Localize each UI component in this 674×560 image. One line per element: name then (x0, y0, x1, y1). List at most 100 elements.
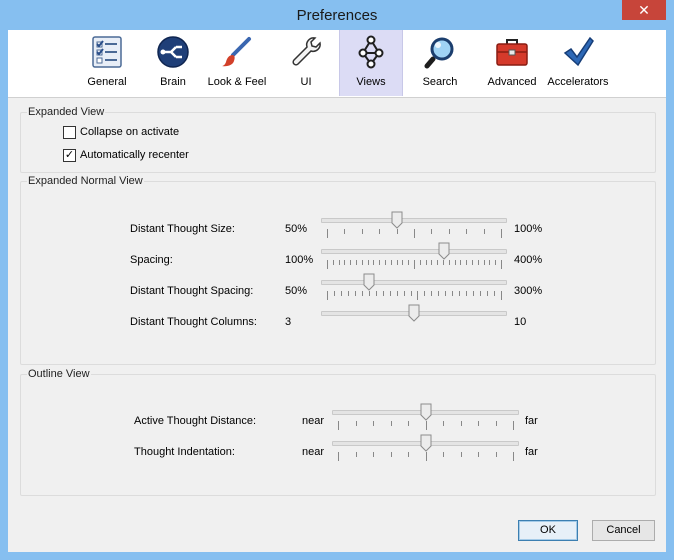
slider-tick (420, 260, 421, 265)
slider-tick (501, 291, 502, 300)
slider-tick (362, 229, 363, 234)
spacing-min: 100% (285, 254, 314, 266)
slider-thumb[interactable] (438, 242, 450, 260)
slider-tick (449, 229, 450, 234)
slider-tick (390, 291, 391, 296)
slider-tick (478, 421, 479, 426)
tab-accelerators[interactable]: Accelerators (546, 30, 610, 96)
tab-label: UI (300, 76, 312, 88)
group-title: Expanded View (27, 106, 106, 118)
checklist-icon (92, 36, 122, 68)
slider-tick (455, 260, 456, 265)
distant-thought-size-min: 50% (285, 223, 308, 235)
slider-tick (338, 421, 339, 430)
distant-thought-columns-slider[interactable] (321, 304, 507, 334)
distant-thought-spacing-min: 50% (285, 285, 308, 297)
thought-indentation-label: Thought Indentation: (134, 446, 235, 458)
slider-thumb[interactable] (408, 304, 420, 322)
active-thought-distance-slider[interactable] (332, 403, 519, 433)
tab-search[interactable]: Search (408, 30, 472, 96)
slider-tick (431, 229, 432, 234)
slider-tick (494, 291, 495, 296)
slider-tick (459, 291, 460, 296)
spacing-label: Spacing: (130, 254, 173, 266)
active-thought-distance-label: Active Thought Distance: (134, 415, 257, 427)
slider-tick (414, 229, 415, 238)
tab-label: Look & Feel (207, 76, 267, 88)
automatically-recenter-checkbox[interactable]: ✓ (63, 149, 76, 162)
magnifier-icon (424, 37, 454, 69)
slider-tick (344, 260, 345, 265)
distant-thought-size-slider[interactable] (321, 211, 507, 241)
slider-thumb[interactable] (363, 273, 375, 291)
spacing-max: 400% (514, 254, 543, 266)
ok-button[interactable]: OK (518, 520, 578, 541)
slider-tick (356, 260, 357, 265)
automatically-recenter-label: Automatically recenter (80, 149, 189, 161)
slider-tick (496, 421, 497, 426)
slider-tick (402, 260, 403, 265)
collapse-on-activate-label: Collapse on activate (80, 126, 180, 138)
slider-tick (513, 452, 514, 461)
tab-label: Search (422, 76, 458, 88)
cancel-button[interactable]: Cancel (592, 520, 655, 541)
slider-tick (411, 291, 412, 296)
slider-tick (424, 291, 425, 296)
expanded-view-group: Expanded View Collapse on activate ✓ Aut… (20, 106, 656, 173)
close-button[interactable]: ✕ (622, 0, 666, 20)
slider-tick (327, 229, 328, 238)
slider-tick (414, 260, 415, 269)
tab-general[interactable]: General (72, 30, 142, 96)
slider-tick (356, 421, 357, 426)
slider-tick (473, 291, 474, 296)
slider-tick (404, 291, 405, 296)
spacing-slider[interactable] (321, 242, 507, 272)
distant-thought-spacing-slider[interactable] (321, 273, 507, 303)
tab-views[interactable]: Views (339, 30, 403, 96)
distant-thought-size-max: 100% (514, 223, 543, 235)
slider-tick (443, 421, 444, 426)
slider-tick (443, 452, 444, 457)
slider-tick (466, 291, 467, 296)
tab-ui[interactable]: UI (274, 30, 338, 96)
slider-tick (344, 229, 345, 234)
slider-tick (501, 229, 502, 238)
thought-indentation-min: near (302, 446, 325, 458)
active-thought-distance-max: far (525, 415, 538, 427)
slider-tick (338, 452, 339, 461)
slider-tick (480, 291, 481, 296)
slider-thumb[interactable] (420, 403, 432, 421)
tab-label: Brain (160, 76, 186, 88)
dialog-client-area: General Brain Look & Feel UI Views Searc… (8, 30, 666, 552)
slider-tick (350, 260, 351, 265)
tab-label: General (87, 76, 127, 88)
views-icon (358, 35, 384, 69)
slider-tick (391, 421, 392, 426)
tab-label: Accelerators (547, 76, 609, 88)
tab-look-and-feel[interactable]: Look & Feel (204, 30, 270, 96)
slider-tick (478, 260, 479, 265)
thought-indentation-max: far (525, 446, 538, 458)
tab-brain[interactable]: Brain (142, 30, 204, 96)
slider-thumb[interactable] (391, 211, 403, 229)
distant-thought-columns-min: 3 (285, 316, 292, 328)
distant-thought-columns-label: Distant Thought Columns: (130, 316, 257, 328)
slider-tick (373, 260, 374, 265)
slider-tick (341, 291, 342, 296)
distant-thought-spacing-max: 300% (514, 285, 543, 297)
slider-tick (397, 229, 398, 234)
slider-tick (495, 260, 496, 265)
tab-advanced[interactable]: Advanced (478, 30, 546, 96)
slider-tick (327, 291, 328, 300)
slider-tick (426, 260, 427, 265)
slider-tick (397, 291, 398, 296)
slider-thumb[interactable] (420, 434, 432, 452)
collapse-on-activate-checkbox[interactable] (63, 126, 76, 139)
slider-track (321, 280, 507, 285)
slider-tick (333, 260, 334, 265)
thought-indentation-slider[interactable] (332, 434, 519, 464)
slider-tick (408, 260, 409, 265)
slider-tick (383, 291, 384, 296)
slider-tick (391, 452, 392, 457)
slider-tick (327, 260, 328, 269)
